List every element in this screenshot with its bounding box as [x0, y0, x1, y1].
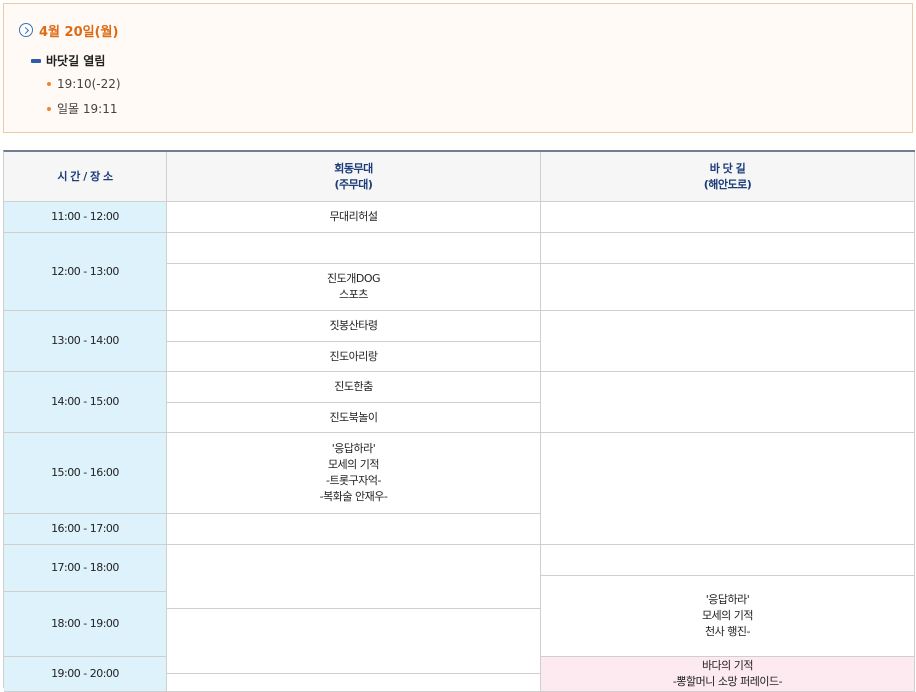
- stage-program: 진도개DOG 스포츠: [167, 264, 541, 311]
- time-text: 12:00 - 13:00: [51, 264, 119, 278]
- header-road: 바 닷 길 (해안도로): [541, 152, 915, 202]
- time-slot: 14:00 - 15:00: [4, 372, 167, 433]
- detail-item: 일몰 19:11: [47, 100, 117, 117]
- stage-program: 진도한춤: [167, 372, 541, 403]
- road-program: [541, 545, 915, 576]
- time-slot: 15:00 - 16:00: [4, 433, 167, 514]
- road-program: [541, 433, 915, 545]
- stage-program: 짓봉산타령: [167, 311, 541, 342]
- event-heading: 바닷길 열림: [31, 52, 105, 69]
- header-text: 시 간 / 장 소: [57, 169, 113, 183]
- stage-program: [167, 674, 541, 692]
- time-slot: 19:00 - 20:00: [4, 657, 167, 692]
- road-program: [541, 202, 915, 233]
- stage-program: [167, 514, 541, 545]
- road-program: [541, 372, 915, 433]
- event-title: 바닷길 열림: [46, 54, 106, 68]
- time-text: 14:00 - 15:00: [51, 395, 119, 408]
- circle-arrow-icon: [19, 23, 33, 37]
- bullet-bar-icon: [31, 58, 41, 63]
- time-text: 11:00 - 12:00: [51, 210, 119, 223]
- date-heading: 4월 20일(월): [19, 20, 118, 40]
- detail-item: 19:10(-22): [47, 77, 121, 91]
- stage-program: '응답하라' 모세의 기적 -트롯구자억- -복화술 안재우-: [167, 433, 541, 514]
- header-time-place: 시 간 / 장 소: [4, 152, 167, 202]
- road-program: '응답하라' 모세의 기적 천사 행진-: [541, 576, 915, 657]
- time-slot: 17:00 - 18:00: [4, 545, 167, 592]
- header-text: 회동무대 (주무대): [334, 161, 373, 191]
- stage-program: [167, 233, 541, 264]
- stage-program: 무대리허설: [167, 202, 541, 233]
- header-text: 바 닷 길 (해안도로): [703, 161, 752, 191]
- program-text: 바다의 기적 -뽕할머니 소망 퍼레이드-: [672, 659, 783, 688]
- road-program: [541, 264, 915, 311]
- program-text: 무대리허설: [329, 210, 378, 223]
- event-info-box: 4월 20일(월) 바닷길 열림 19:10(-22) 일몰 19:11: [3, 3, 913, 133]
- program-text: 진도북놀이: [329, 410, 378, 424]
- road-program: [541, 233, 915, 264]
- stage-program: [167, 545, 541, 609]
- program-text: 진도한춤: [334, 380, 373, 393]
- program-text: '응답하라' 모세의 기적 천사 행진-: [701, 593, 754, 638]
- time-slot: 11:00 - 12:00: [4, 202, 167, 233]
- time-slot: 16:00 - 17:00: [4, 514, 167, 545]
- stage-program: [167, 609, 541, 674]
- stage-program: 진도아리랑: [167, 342, 541, 372]
- time-text: 16:00 - 17:00: [51, 522, 119, 535]
- time-slot: 18:00 - 19:00: [4, 592, 167, 657]
- time-slot: 13:00 - 14:00: [4, 311, 167, 372]
- bullet-dot-icon: [47, 106, 51, 111]
- road-program-highlight: 바다의 기적 -뽕할머니 소망 퍼레이드-: [541, 657, 915, 692]
- time-text: 19:00 - 20:00: [51, 667, 119, 680]
- program-text: 짓봉산타령: [329, 319, 378, 332]
- road-program: [541, 311, 915, 372]
- time-text: 15:00 - 16:00: [51, 466, 119, 479]
- program-text: 진도개DOG 스포츠: [326, 272, 381, 301]
- detail-text: 19:10(-22): [57, 77, 121, 91]
- time-text: 18:00 - 19:00: [51, 617, 119, 630]
- bullet-dot-icon: [47, 82, 51, 86]
- header-stage: 회동무대 (주무대): [167, 152, 541, 202]
- time-text: 17:00 - 18:00: [51, 561, 119, 574]
- time-slot: 12:00 - 13:00: [4, 233, 167, 311]
- stage-program: 진도북놀이: [167, 403, 541, 433]
- time-text: 13:00 - 14:00: [51, 334, 119, 347]
- schedule-table: 시 간 / 장 소 회동무대 (주무대) 바 닷 길 (해안도로) 11:00 …: [3, 150, 915, 692]
- date-label: 4월 20일(월): [39, 24, 119, 40]
- program-text: '응답하라' 모세의 기적 -트롯구자억- -복화술 안재우-: [319, 442, 388, 503]
- detail-text: 일몰 19:11: [57, 102, 118, 116]
- program-text: 진도아리랑: [329, 349, 378, 363]
